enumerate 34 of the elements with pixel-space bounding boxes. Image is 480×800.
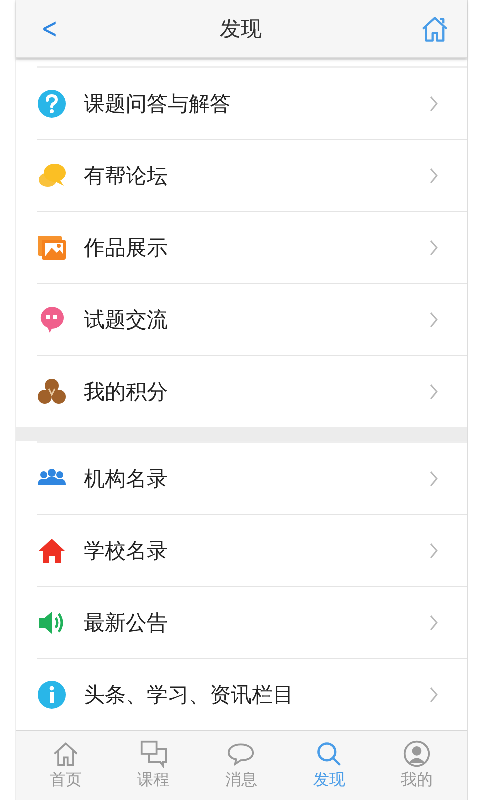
menu-label: 我的积分: [84, 378, 169, 406]
menu-item[interactable]: 机构名录: [37, 441, 467, 514]
menu-label: 学校名录: [84, 538, 169, 565]
chevron-right-icon: [429, 310, 439, 329]
menu-label: 试题交流: [84, 306, 169, 334]
menu-item[interactable]: 学校名录: [37, 514, 467, 586]
chevron-right-icon: [429, 94, 439, 113]
menu-item[interactable]: 最新公告: [37, 586, 467, 658]
menu-item[interactable]: 试题交流: [37, 283, 467, 356]
menu-label: 头条、学习、资讯栏目: [84, 682, 295, 709]
menu-label: 作品展示: [84, 234, 169, 262]
home-icon[interactable]: [421, 14, 449, 43]
menu-item[interactable]: 作品展示: [37, 211, 467, 284]
chevron-right-icon: [429, 614, 439, 632]
circles-icon: [37, 376, 67, 407]
home-icon: [52, 740, 80, 768]
info-icon: [37, 680, 67, 710]
windows-icon: [140, 740, 168, 768]
chevron-right-icon: [429, 686, 439, 704]
chevron-right-icon: [429, 542, 439, 560]
user-icon: [403, 740, 432, 768]
menu-item[interactable]: 有帮论坛: [37, 139, 467, 212]
chevron-right-icon: [429, 382, 439, 401]
menu-label: 最新公告: [84, 610, 169, 637]
chevron-right-icon: [429, 166, 439, 185]
chevron-right-icon: [429, 470, 439, 488]
menu-label: 有帮论坛: [84, 162, 169, 190]
menu-item[interactable]: 课题问答与解答: [37, 66, 467, 140]
page-title: 发现: [220, 16, 262, 43]
search-icon: [315, 740, 344, 768]
question-icon: [37, 88, 67, 119]
menu-label: 课题问答与解答: [84, 90, 232, 118]
menu-label: 机构名录: [84, 466, 169, 493]
chevron-right-icon: [429, 238, 439, 257]
